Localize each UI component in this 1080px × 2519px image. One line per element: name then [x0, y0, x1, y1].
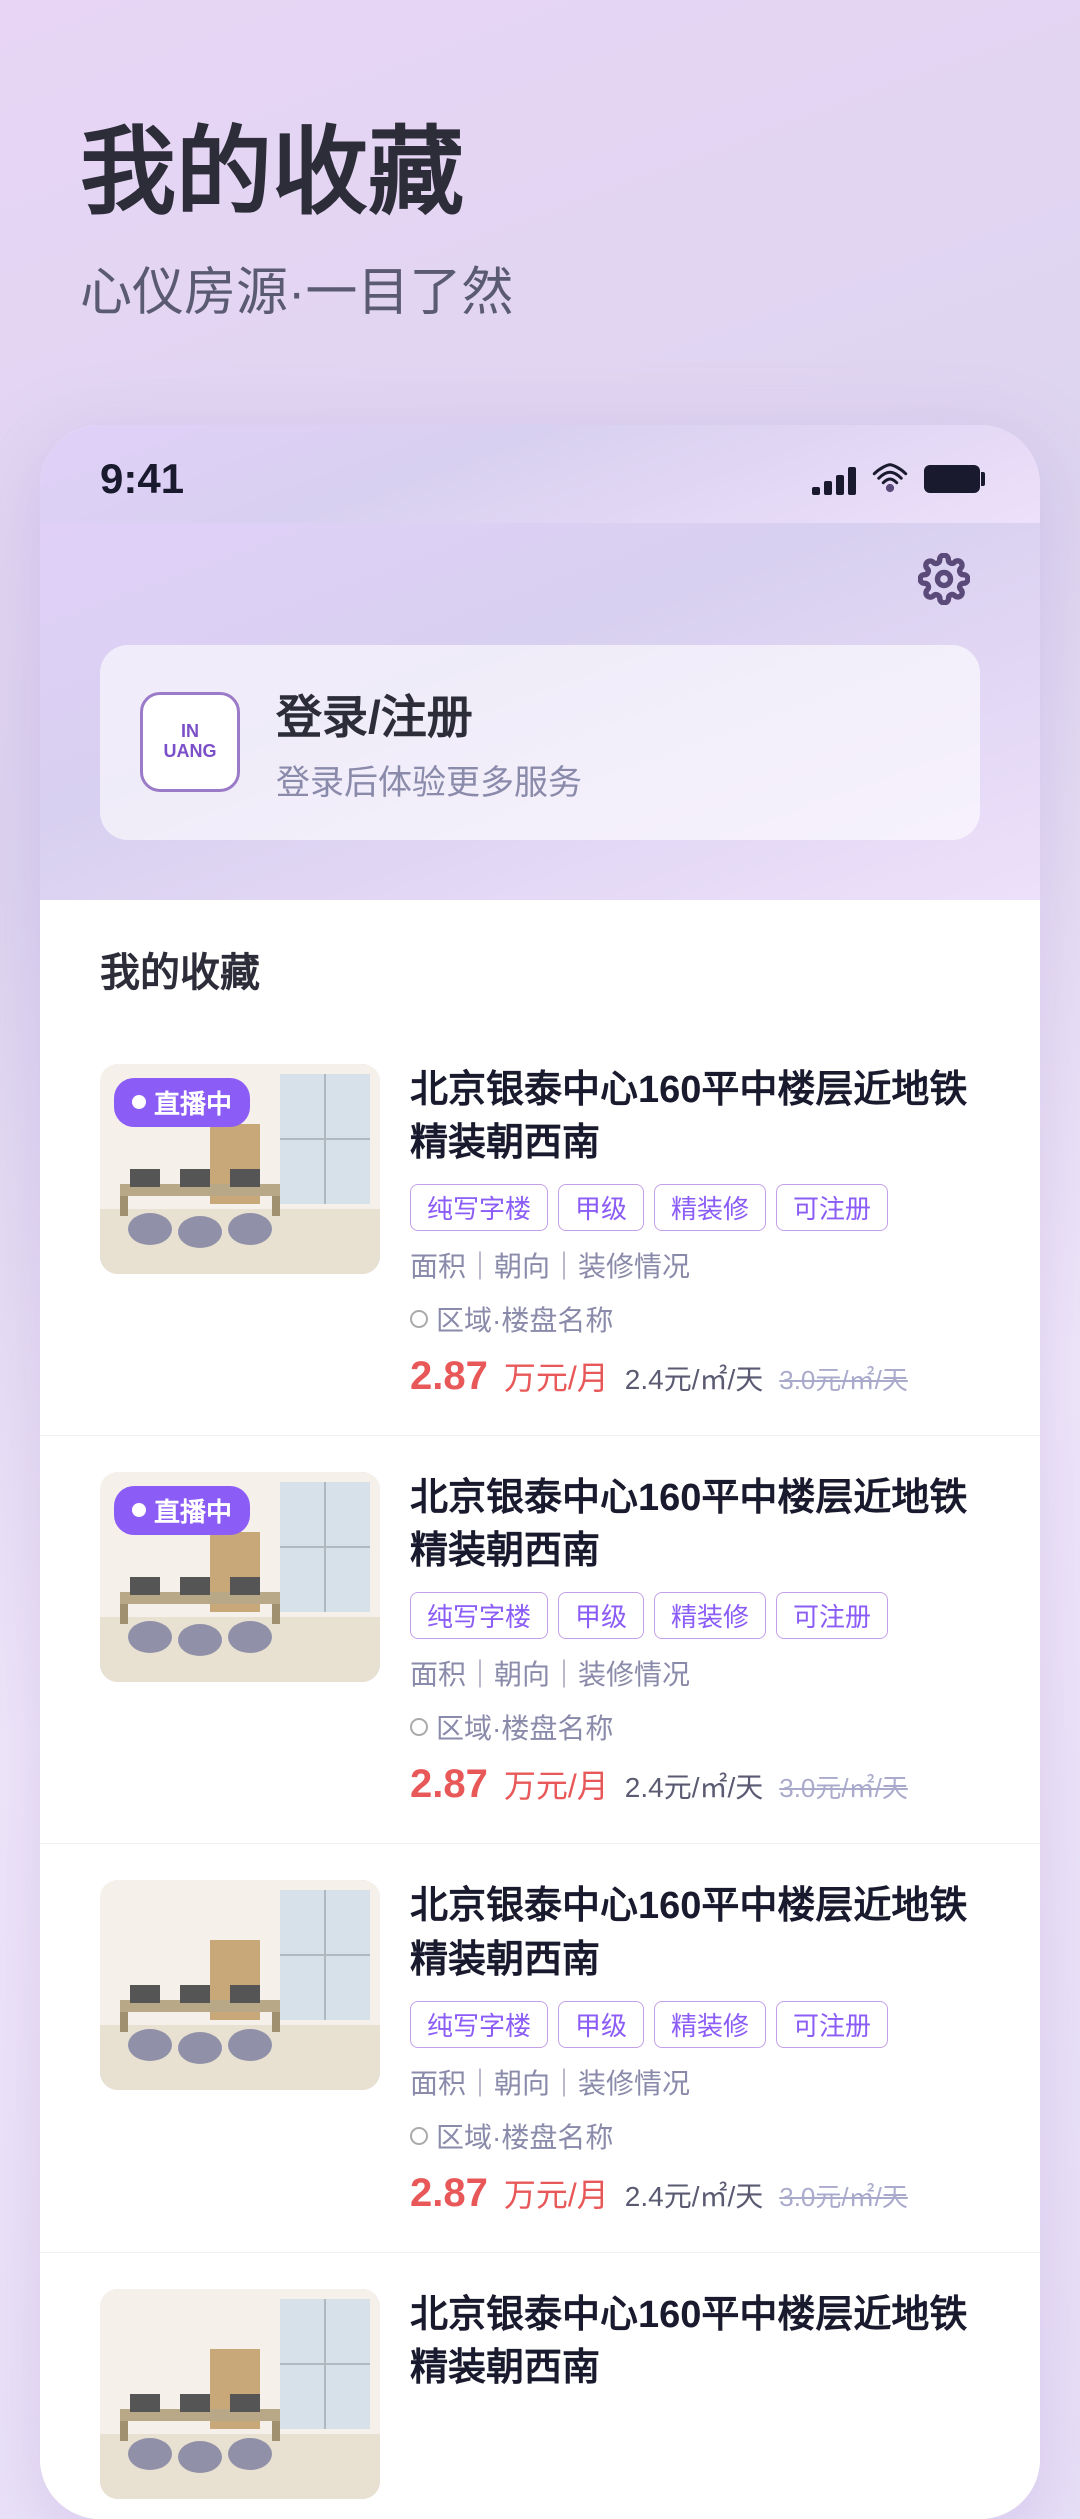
listing-info-4: 北京银泰中心160平中楼层近地铁精装朝西南	[410, 2289, 980, 2499]
price-main-2: 2.87	[410, 1762, 488, 1807]
page-subtitle: 心仪房源·一目了然	[80, 250, 1000, 325]
price-unit-3: 万元/月	[504, 2170, 609, 2216]
location-dot-2	[410, 1718, 428, 1736]
listing-image-2: 直播中	[100, 1472, 380, 1682]
signal-bar-3	[836, 475, 844, 495]
price-row-2: 2.87 万元/月 2.4元/㎡/天 3.0元/㎡/天	[410, 1761, 980, 1807]
listing-info-3: 北京银泰中心160平中楼层近地铁精装朝西南 纯写字楼 甲级 精装修 可注册 面积…	[410, 1880, 980, 2215]
live-badge-1: 直播中	[114, 1078, 250, 1127]
price-old-2: 3.0元/㎡/天	[779, 1768, 908, 1805]
price-row-3: 2.87 万元/月 2.4元/㎡/天 3.0元/㎡/天	[410, 2170, 980, 2216]
tag-1-4: 可注册	[776, 1184, 888, 1231]
price-main-1: 2.87	[410, 1354, 488, 1399]
user-avatar: IN UANG	[140, 692, 240, 792]
user-desc-text: 登录后体验更多服务	[276, 755, 582, 804]
listing-meta-1: 面积｜朝向｜装修情况	[410, 1245, 980, 1285]
page-wrapper: 我的收藏 心仪房源·一目了然 9:41	[0, 0, 1080, 2519]
listing-image-bg-3	[100, 1880, 380, 2090]
tag-1-1: 纯写字楼	[410, 1184, 548, 1231]
live-dot-2	[132, 1503, 146, 1517]
page-title: 我的收藏	[80, 120, 1000, 226]
wifi-icon	[872, 461, 908, 497]
listing-meta-2: 面积｜朝向｜装修情况	[410, 1653, 980, 1693]
tag-3-1: 纯写字楼	[410, 2001, 548, 2048]
price-per-2: 2.4元/㎡/天	[625, 1766, 763, 1806]
price-old-3: 3.0元/㎡/天	[779, 2177, 908, 2214]
listing-image-bg-4	[100, 2289, 380, 2499]
price-unit-2: 万元/月	[504, 1761, 609, 1807]
signal-bar-1	[812, 487, 820, 495]
status-bar: 9:41	[40, 425, 1040, 523]
listing-image-4	[100, 2289, 380, 2499]
price-per-3: 2.4元/㎡/天	[625, 2175, 763, 2215]
live-badge-2: 直播中	[114, 1486, 250, 1535]
status-time: 9:41	[100, 455, 184, 503]
user-card[interactable]: IN UANG 登录/注册 登录后体验更多服务	[100, 645, 980, 840]
tag-3-2: 甲级	[558, 2001, 644, 2048]
location-dot-3	[410, 2127, 428, 2145]
listing-location-3: 区域·楼盘名称	[410, 2116, 980, 2156]
listing-location-2: 区域·楼盘名称	[410, 1707, 980, 1747]
price-row-1: 2.87 万元/月 2.4元/㎡/天 3.0元/㎡/天	[410, 1353, 980, 1399]
tags-row-3: 纯写字楼 甲级 精装修 可注册	[410, 2001, 980, 2048]
tag-3-3: 精装修	[654, 2001, 766, 2048]
listing-card-2[interactable]: 直播中 北京银泰中心160平中楼层近地铁精装朝西南 纯写字楼 甲级 精装修 可注…	[40, 1436, 1040, 1844]
listing-card-4-partial[interactable]: 北京银泰中心160平中楼层近地铁精装朝西南	[40, 2253, 1040, 2519]
status-icons	[812, 461, 980, 497]
favorites-title: 我的收藏	[40, 940, 1040, 1028]
signal-icon	[812, 463, 856, 495]
listing-image-1: 直播中	[100, 1064, 380, 1274]
gear-icon	[918, 553, 970, 605]
listing-title-2: 北京银泰中心160平中楼层近地铁精装朝西南	[410, 1472, 980, 1578]
listing-info-2: 北京银泰中心160平中楼层近地铁精装朝西南 纯写字楼 甲级 精装修 可注册 面积…	[410, 1472, 980, 1807]
live-dot-1	[132, 1095, 146, 1109]
listing-card[interactable]: 直播中 北京银泰中心160平中楼层近地铁精装朝西南 纯写字楼 甲级 精装修 可注…	[40, 1028, 1040, 1436]
battery-icon	[924, 465, 980, 493]
office-illustration-3	[100, 1880, 380, 2090]
tags-row-2: 纯写字楼 甲级 精装修 可注册	[410, 1592, 980, 1639]
settings-row	[100, 543, 980, 615]
tag-2-3: 精装修	[654, 1592, 766, 1639]
listing-location-1: 区域·楼盘名称	[410, 1299, 980, 1339]
signal-bar-2	[824, 481, 832, 495]
tag-3-4: 可注册	[776, 2001, 888, 2048]
phone-top-section: IN UANG 登录/注册 登录后体验更多服务	[40, 523, 1040, 900]
signal-bar-4	[848, 467, 856, 495]
tag-1-2: 甲级	[558, 1184, 644, 1231]
listing-image-3	[100, 1880, 380, 2090]
avatar-logo: IN UANG	[164, 722, 217, 762]
page-header: 我的收藏 心仪房源·一目了然	[0, 0, 1080, 385]
user-login-text: 登录/注册	[276, 681, 582, 747]
user-info: 登录/注册 登录后体验更多服务	[276, 681, 582, 804]
listing-meta-3: 面积｜朝向｜装修情况	[410, 2062, 980, 2102]
tag-2-4: 可注册	[776, 1592, 888, 1639]
listing-title-3: 北京银泰中心160平中楼层近地铁精装朝西南	[410, 1880, 980, 1986]
settings-button[interactable]	[908, 543, 980, 615]
tags-row-1: 纯写字楼 甲级 精装修 可注册	[410, 1184, 980, 1231]
tag-2-2: 甲级	[558, 1592, 644, 1639]
tag-1-3: 精装修	[654, 1184, 766, 1231]
listing-card-3[interactable]: 北京银泰中心160平中楼层近地铁精装朝西南 纯写字楼 甲级 精装修 可注册 面积…	[40, 1844, 1040, 2252]
favorites-section: 我的收藏	[40, 900, 1040, 2519]
location-dot-1	[410, 1310, 428, 1328]
price-main-3: 2.87	[410, 2171, 488, 2216]
price-old-1: 3.0元/㎡/天	[779, 1360, 908, 1397]
listing-info-1: 北京银泰中心160平中楼层近地铁精装朝西南 纯写字楼 甲级 精装修 可注册 面积…	[410, 1064, 980, 1399]
price-unit-1: 万元/月	[504, 1353, 609, 1399]
price-per-1: 2.4元/㎡/天	[625, 1358, 763, 1398]
phone-mockup: 9:41	[40, 425, 1040, 2519]
listing-title-1: 北京银泰中心160平中楼层近地铁精装朝西南	[410, 1064, 980, 1170]
tag-2-1: 纯写字楼	[410, 1592, 548, 1639]
listing-title-4: 北京银泰中心160平中楼层近地铁精装朝西南	[410, 2289, 980, 2395]
office-illustration-4	[100, 2289, 380, 2499]
